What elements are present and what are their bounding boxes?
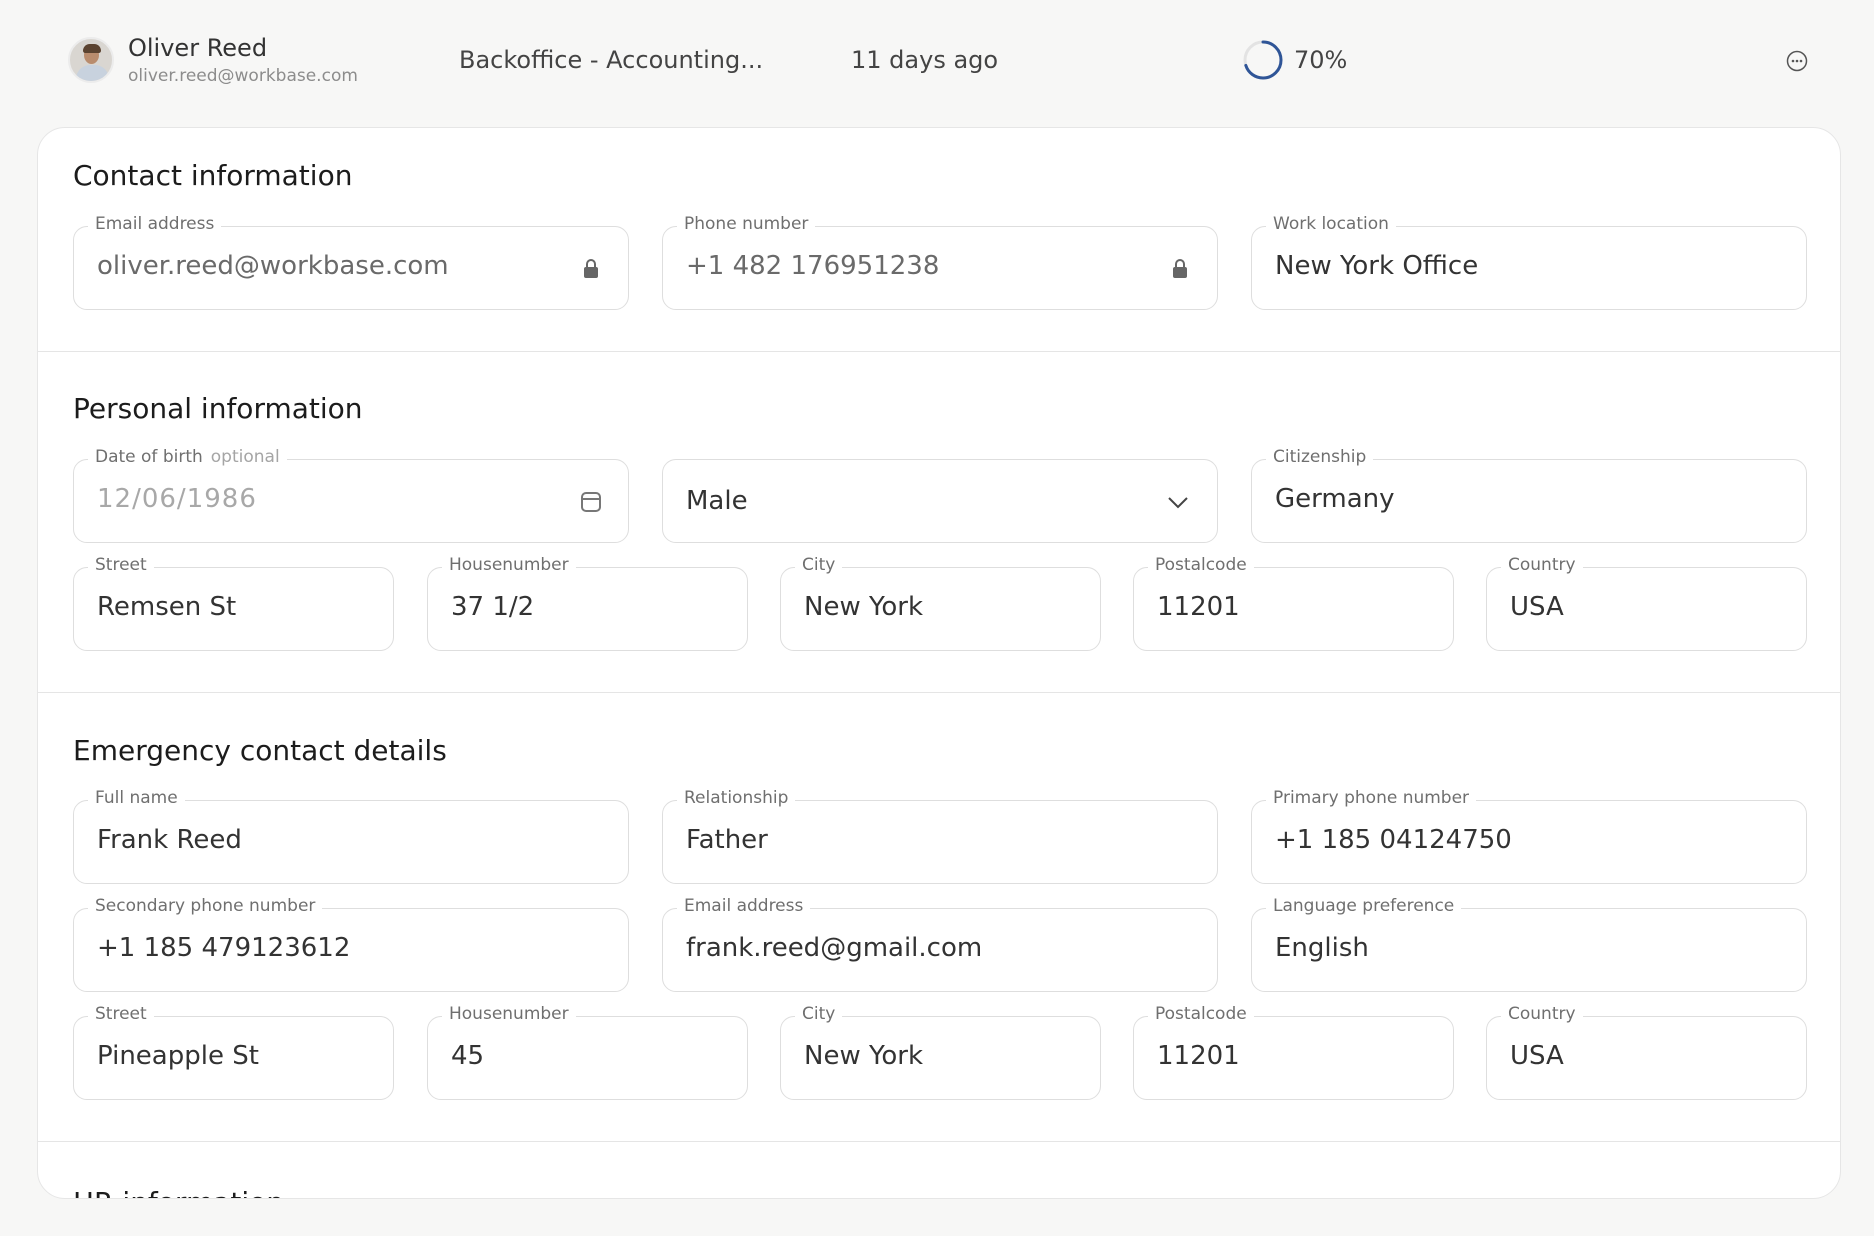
emergency-postalcode-field[interactable]: Postalcode 11201 xyxy=(1133,1004,1454,1100)
secondary-phone-field[interactable]: Secondary phone number +1 185 479123612 xyxy=(73,896,629,992)
progress-label: 70% xyxy=(1294,46,1348,74)
language-preference-field[interactable]: Language preference English xyxy=(1251,896,1807,992)
personal-section-title: Personal information xyxy=(73,392,363,425)
city-value: New York xyxy=(804,1041,924,1071)
emergency-email-field[interactable]: Email address frank.reed@gmail.com xyxy=(662,896,1218,992)
postalcode-value: 11201 xyxy=(1157,1041,1240,1071)
work-location-value: New York Office xyxy=(1275,251,1479,281)
emergency-city-field[interactable]: City New York xyxy=(780,1004,1101,1100)
postalcode-label: Postalcode xyxy=(1148,555,1254,575)
hr-section-title: HR information xyxy=(73,1186,284,1198)
city-label: City xyxy=(795,555,843,575)
citizenship-value: Germany xyxy=(1275,484,1395,514)
work-location-label: Work location xyxy=(1266,214,1396,234)
emergency-email-value: frank.reed@gmail.com xyxy=(686,933,983,963)
street-value: Pineapple St xyxy=(97,1041,259,1071)
user-email: oliver.reed@workbase.com xyxy=(128,66,358,86)
country-label: Country xyxy=(1501,1004,1583,1024)
relationship-value: Father xyxy=(686,825,768,855)
emergency-country-field[interactable]: Country USA xyxy=(1486,1004,1807,1100)
date-of-birth-field[interactable]: Date of birth optional 12/06/1986 xyxy=(73,447,629,543)
lock-icon xyxy=(584,259,598,278)
date-of-birth-value: 12/06/1986 xyxy=(97,484,257,514)
emergency-email-label: Email address xyxy=(677,896,811,916)
project-name[interactable]: Backoffice - Accounting... xyxy=(459,46,763,74)
email-label: Email address xyxy=(88,214,222,234)
primary-phone-label: Primary phone number xyxy=(1266,788,1477,808)
calendar-icon[interactable] xyxy=(580,490,602,514)
street-field[interactable]: Street Remsen St xyxy=(73,555,394,651)
relationship-field[interactable]: Relationship Father xyxy=(662,788,1218,884)
progress-ring-icon xyxy=(1243,40,1283,80)
housenumber-field[interactable]: Housenumber 37 1/2 xyxy=(427,555,748,651)
postalcode-label: Postalcode xyxy=(1148,1004,1254,1024)
city-field[interactable]: City New York xyxy=(780,555,1101,651)
phone-value: +1 482 176951238 xyxy=(686,251,940,281)
personal-section: Personal information Date of birth option… xyxy=(38,352,1840,693)
date-of-birth-label: Date of birth optional xyxy=(88,447,287,467)
emergency-section: Emergency contact details Full name Fran… xyxy=(38,693,1840,1142)
gender-value: Male xyxy=(686,486,748,516)
chevron-down-icon xyxy=(1168,497,1188,509)
city-value: New York xyxy=(804,592,924,622)
primary-phone-field[interactable]: Primary phone number +1 185 04124750 xyxy=(1251,788,1807,884)
email-value: oliver.reed@workbase.com xyxy=(97,251,449,281)
housenumber-value: 45 xyxy=(451,1041,485,1071)
postalcode-value: 11201 xyxy=(1157,592,1240,622)
primary-phone-value: +1 185 04124750 xyxy=(1275,825,1512,855)
city-label: City xyxy=(795,1004,843,1024)
housenumber-label: Housenumber xyxy=(442,555,576,575)
street-value: Remsen St xyxy=(97,592,237,622)
full-name-value: Frank Reed xyxy=(97,825,242,855)
secondary-phone-value: +1 185 479123612 xyxy=(97,933,351,963)
relationship-label: Relationship xyxy=(677,788,796,808)
country-label: Country xyxy=(1501,555,1583,575)
emergency-full-name-field[interactable]: Full name Frank Reed xyxy=(73,788,629,884)
country-value: USA xyxy=(1510,592,1564,622)
emergency-street-field[interactable]: Street Pineapple St xyxy=(73,1004,394,1100)
emergency-housenumber-field[interactable]: Housenumber 45 xyxy=(427,1004,748,1100)
citizenship-field[interactable]: Citizenship Germany xyxy=(1251,447,1807,543)
hr-section: HR information xyxy=(38,1142,1840,1198)
emergency-section-title: Emergency contact details xyxy=(73,734,447,767)
contact-section: Contact information Email address oliver… xyxy=(38,128,1840,352)
gender-select[interactable]: Male xyxy=(662,459,1218,543)
contact-section-title: Contact information xyxy=(73,159,353,192)
street-label: Street xyxy=(88,555,154,575)
phone-field[interactable]: Phone number +1 482 176951238 xyxy=(662,214,1218,310)
country-value: USA xyxy=(1510,1041,1564,1071)
email-field[interactable]: Email address oliver.reed@workbase.com xyxy=(73,214,629,310)
citizenship-label: Citizenship xyxy=(1266,447,1374,467)
housenumber-label: Housenumber xyxy=(442,1004,576,1024)
language-preference-value: English xyxy=(1275,933,1369,963)
profile-header: Oliver Reed oliver.reed@workbase.com Bac… xyxy=(0,0,1874,120)
secondary-phone-label: Secondary phone number xyxy=(88,896,323,916)
postalcode-field[interactable]: Postalcode 11201 xyxy=(1133,555,1454,651)
optional-tag: optional xyxy=(210,447,280,467)
country-field[interactable]: Country USA xyxy=(1486,555,1807,651)
profile-card: Contact information Email address oliver… xyxy=(37,127,1841,1199)
last-updated: 11 days ago xyxy=(851,46,999,74)
phone-label: Phone number xyxy=(677,214,816,234)
work-location-field[interactable]: Work location New York Office xyxy=(1251,214,1807,310)
language-preference-label: Language preference xyxy=(1266,896,1462,916)
lock-icon xyxy=(1173,259,1187,278)
user-avatar[interactable] xyxy=(68,37,114,83)
street-label: Street xyxy=(88,1004,154,1024)
more-options-icon[interactable] xyxy=(1786,50,1808,72)
full-name-label: Full name xyxy=(88,788,185,808)
housenumber-value: 37 1/2 xyxy=(451,592,535,622)
user-name: Oliver Reed xyxy=(128,34,268,62)
